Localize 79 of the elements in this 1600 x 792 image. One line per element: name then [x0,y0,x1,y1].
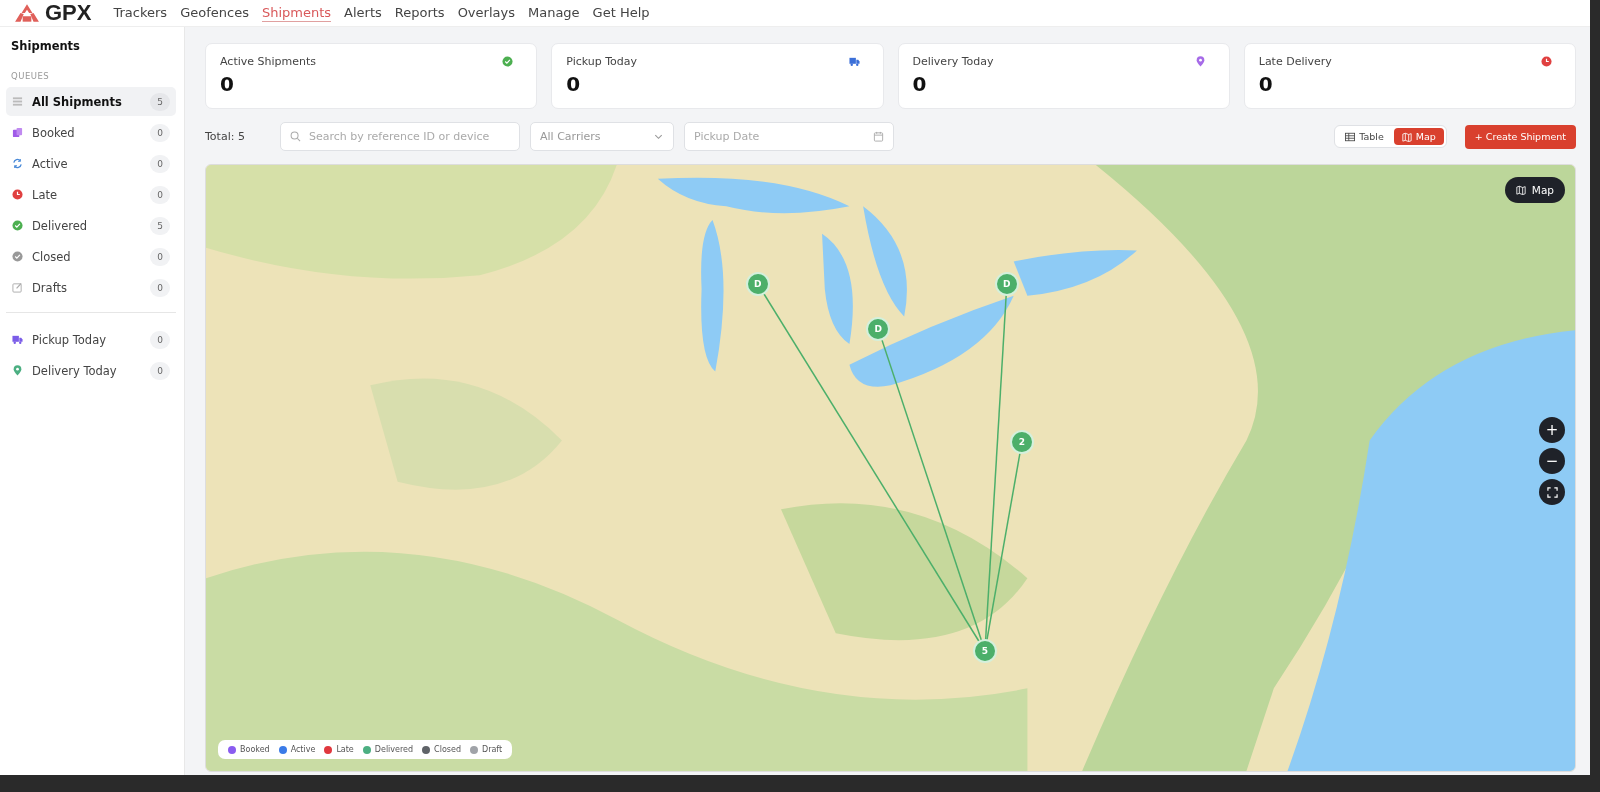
queue-label: Active [32,156,69,171]
list-icon [12,96,23,107]
nav-link[interactable]: Geofences [180,4,249,22]
nav-link[interactable]: Alerts [344,4,382,22]
logo-icon [14,4,40,22]
sidebar-title: Shipments [10,39,81,53]
section-label: QUEUES [11,71,51,81]
count-badge: 0 [150,247,170,266]
location-pin-icon [12,365,23,376]
map-icon [1515,185,1526,195]
count-badge: 0 [150,185,170,204]
nav-link[interactable]: Reports [394,4,445,22]
check-icon [12,220,23,231]
queue-item[interactable]: Delivered 5 [6,211,176,240]
count-badge: 0 [150,154,170,173]
queue-label: All Shipments [32,94,123,109]
legend-label: Draft [481,745,503,754]
table-icon [1345,131,1356,142]
legend-label: Late [336,745,354,754]
view-toggle[interactable]: Map [1393,128,1444,145]
queue-label: Delivery Today [32,363,118,378]
queue-label: Booked [32,125,76,140]
search-field[interactable]: Search by reference ID or device [280,122,520,151]
refresh-icon [12,158,23,169]
clock-icon [12,189,23,200]
search-icon [290,131,301,142]
stat-label: Pickup Today [566,55,638,68]
nav-link[interactable]: Manage [527,4,580,22]
stat-value: 0 [1258,72,1274,96]
fullscreen-icon [1546,486,1558,498]
nav-link[interactable]: Trackers [113,4,168,22]
legend-label: Booked [240,745,270,754]
stat-label: Delivery Today [912,55,994,68]
count-badge: 0 [150,361,170,380]
stat-label: Late Delivery [1258,55,1332,68]
check-icon [502,56,514,67]
legend-label: Closed [434,745,461,754]
queue-label: Drafts [32,280,68,295]
queue-item[interactable]: Delivery Today 0 [6,356,176,385]
check-icon [12,251,23,262]
nav-link[interactable]: Shipments [261,4,332,22]
queue-item[interactable]: Late 0 [6,180,176,209]
count-badge: 0 [150,123,170,142]
create-shipment-button[interactable]: + Create Shipment [1464,124,1576,149]
queue-label: Pickup Today [32,332,107,347]
calendar-icon [873,131,884,142]
truck-icon [848,56,860,67]
truck-icon [12,334,23,345]
queue-item[interactable]: Pickup Today 0 [6,325,176,354]
brand-name: GPX [45,0,92,26]
count-badge: 0 [150,278,170,297]
count-badge: 5 [150,216,170,235]
count-badge: 0 [150,330,170,349]
queue-item[interactable]: All Shipments 5 [6,87,176,116]
date-field[interactable]: Pickup Date [684,122,894,151]
queue-item[interactable]: Drafts 0 [6,273,176,302]
queue-label: Delivered [32,218,89,233]
queue-label: Closed [32,249,72,264]
queue-item[interactable]: Booked 0 [6,118,176,147]
stat-value: 0 [912,72,928,96]
nav-link[interactable]: Overlays [457,4,515,22]
queue-item[interactable]: Closed 0 [6,242,176,271]
nav-link[interactable]: Get Help [592,4,650,22]
map-style-button[interactable]: Map [1504,177,1565,203]
map-icon [1401,131,1412,142]
legend-label: Delivered [374,745,414,754]
stat-value: 0 [220,72,235,96]
view-toggle[interactable]: Table [1337,128,1392,145]
queue-label: Late [32,187,59,202]
stat-value: 0 [566,72,582,96]
total-count: Total: 5 [205,130,246,143]
stat-label: Active Shipments [220,55,316,68]
legend-label: Active [290,745,316,754]
queue-item[interactable]: Active 0 [6,149,176,178]
location-pin-icon [1194,56,1206,67]
count-badge: 5 [150,92,170,111]
documents-icon [12,127,23,138]
edit-icon [12,282,23,293]
clock-icon [1541,56,1552,67]
